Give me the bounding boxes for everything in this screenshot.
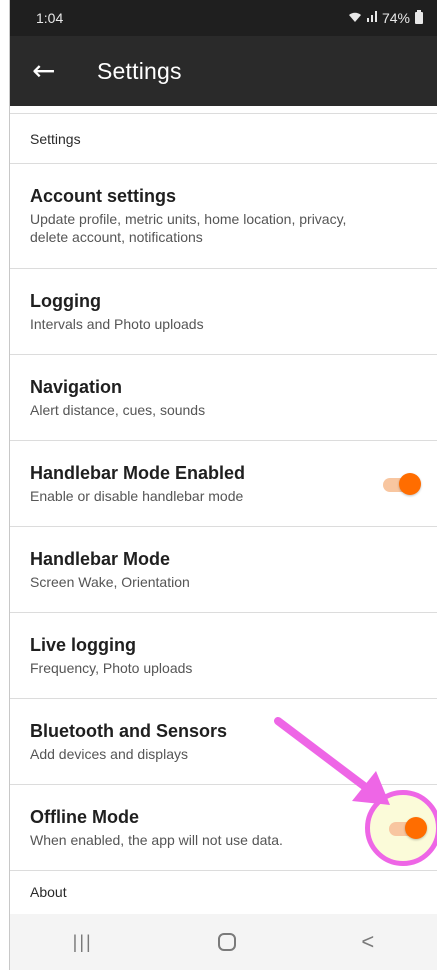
settings-item-subtitle: Screen Wake, Orientation xyxy=(30,573,190,590)
settings-item-subtitle: Frequency, Photo uploads xyxy=(30,659,193,676)
settings-item-navigation[interactable]: Navigation Alert distance, cues, sounds xyxy=(10,355,437,441)
status-icons: 74% xyxy=(348,10,423,26)
settings-item-title: Account settings xyxy=(30,186,177,206)
settings-item-subtitle: Intervals and Photo uploads xyxy=(30,315,204,332)
settings-item-title: Navigation xyxy=(30,376,123,397)
signal-icon xyxy=(366,11,377,25)
settings-item-title: Logging xyxy=(30,290,101,311)
section-header: Settings xyxy=(10,114,437,164)
page-title: Settings xyxy=(97,57,182,84)
status-bar: 1:04 74% xyxy=(10,0,437,36)
settings-item-account[interactable]: Account settings Update profile, metric … xyxy=(10,164,437,269)
app-bar: ← Settings xyxy=(10,36,437,106)
settings-item-title: Live logging xyxy=(30,634,136,655)
settings-item-logging[interactable]: Logging Intervals and Photo uploads xyxy=(10,269,437,355)
phone-screen: 1:04 74% ← Settings Settings Account set… xyxy=(9,0,437,970)
settings-item-handlebar-mode[interactable]: Handlebar Mode Screen Wake, Orientation xyxy=(10,527,437,613)
battery-icon xyxy=(415,10,423,24)
settings-item-handlebar-mode-enabled[interactable]: Handlebar Mode Enabled Enable or disable… xyxy=(10,441,437,527)
settings-item-subtitle: When enabled, the app will not use data. xyxy=(30,831,283,848)
divider xyxy=(10,106,437,114)
home-icon[interactable] xyxy=(218,933,237,951)
settings-item-subtitle: Enable or disable handlebar mode xyxy=(30,487,244,504)
arrow-left-icon[interactable]: ← xyxy=(32,57,72,85)
handlebar-mode-toggle[interactable] xyxy=(381,472,421,495)
battery-percent: 74% xyxy=(381,10,410,26)
status-time: 1:04 xyxy=(36,10,64,26)
settings-item-subtitle: Update profile, metric units, home locat… xyxy=(30,211,347,245)
system-nav-bar: ||| < xyxy=(10,914,437,970)
toggle-thumb xyxy=(405,816,427,839)
annotation-arrow-icon xyxy=(274,717,390,805)
section-header-about: About xyxy=(30,884,67,900)
back-icon[interactable]: < xyxy=(361,929,374,955)
settings-item-title: Handlebar Mode Enabled xyxy=(30,462,246,483)
settings-item-subtitle: Alert distance, cues, sounds xyxy=(30,401,206,418)
wifi-icon xyxy=(348,10,362,26)
recent-apps-icon[interactable]: ||| xyxy=(73,932,93,953)
settings-item-live-logging[interactable]: Live logging Frequency, Photo uploads xyxy=(10,613,437,699)
toggle-thumb xyxy=(399,472,421,495)
offline-mode-toggle[interactable] xyxy=(387,816,427,839)
settings-item-title: Handlebar Mode xyxy=(30,548,171,569)
